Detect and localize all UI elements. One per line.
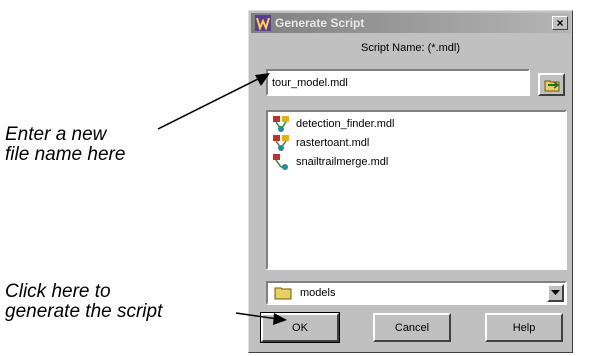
file-name: detection_finder.mdl <box>296 118 395 130</box>
close-icon: × <box>556 16 564 30</box>
folder-icon <box>274 287 292 300</box>
file-name: snailtrailmerge.mdl <box>296 156 389 168</box>
title-bar[interactable]: Generate Script × <box>251 13 570 33</box>
annotation-ok-line1: Click here to <box>5 281 111 302</box>
annotation-ok: Click here to generate the script <box>5 282 162 322</box>
model-file-icon <box>273 154 288 170</box>
help-button[interactable]: Help <box>485 313 563 342</box>
dialog-title: Generate Script <box>275 16 365 30</box>
directory-dropdown[interactable]: models <box>266 281 567 305</box>
list-item[interactable]: rastertoant.mdl <box>272 133 369 153</box>
app-icon <box>255 15 271 31</box>
annotation-ok-line2: generate the script <box>5 301 163 322</box>
cancel-button[interactable]: Cancel <box>373 313 451 342</box>
close-button[interactable]: × <box>552 16 568 30</box>
annotation-filename-line2: file name here <box>5 144 126 165</box>
generate-script-dialog: Generate Script × Script Name: (*.mdl) d… <box>248 10 573 353</box>
file-list[interactable]: detection_finder.mdl rastertoant.mdl sna… <box>266 110 567 270</box>
annotation-filename: Enter a new file name here <box>5 125 125 165</box>
chevron-down-icon <box>551 290 560 295</box>
list-item[interactable]: snailtrailmerge.mdl <box>272 152 388 172</box>
file-name: rastertoant.mdl <box>296 137 370 149</box>
annotation-filename-line1: Enter a new <box>5 124 107 145</box>
folder-browse-icon <box>544 80 559 91</box>
dropdown-button[interactable] <box>547 284 564 302</box>
script-name-label: Script Name: (*.mdl) <box>360 42 461 54</box>
model-file-icon <box>273 135 289 151</box>
list-item[interactable]: detection_finder.mdl <box>272 114 394 134</box>
directory-value: models <box>300 287 336 299</box>
ok-button[interactable]: OK <box>260 312 340 343</box>
model-file-icon <box>273 116 289 132</box>
browse-button[interactable] <box>538 73 565 96</box>
script-name-input[interactable] <box>266 69 530 96</box>
